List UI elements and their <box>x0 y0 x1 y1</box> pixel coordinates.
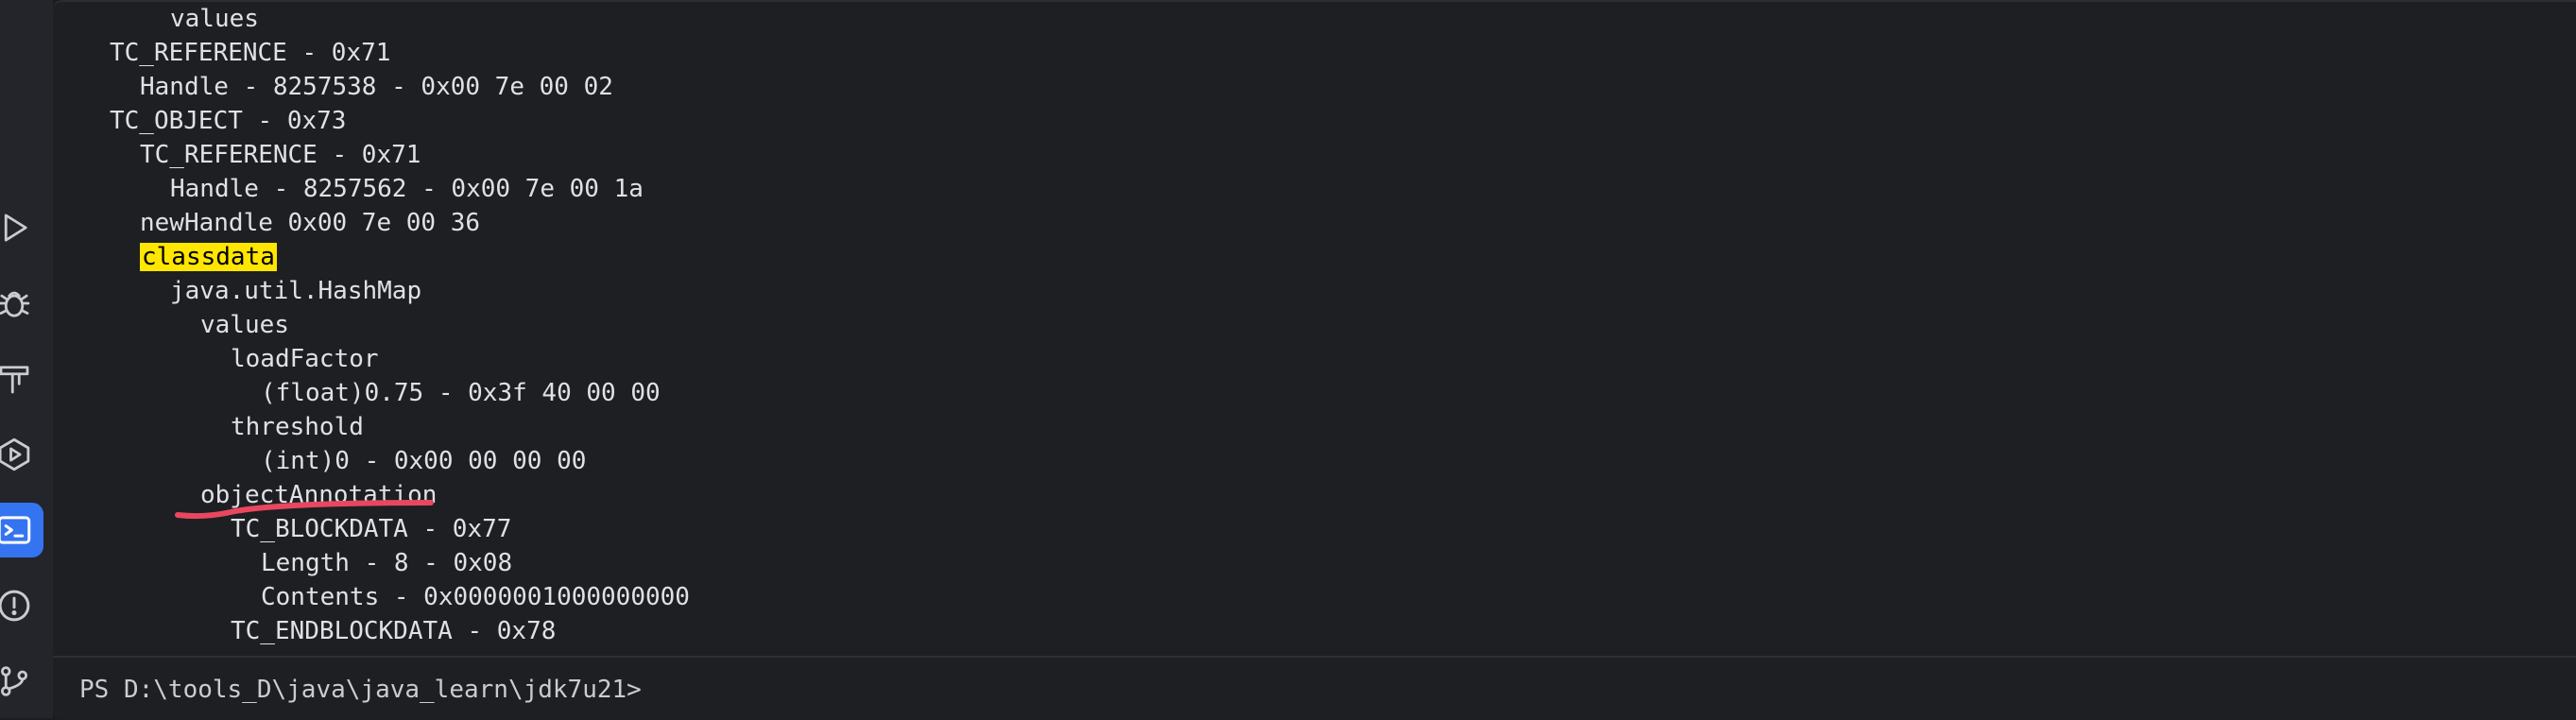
git-icon[interactable] <box>0 654 47 709</box>
line-text: loadFactor <box>231 345 379 373</box>
terminal-line: TC_BLOCKDATA - 0x77 <box>231 512 511 546</box>
line-text: TC_OBJECT - 0x73 <box>110 107 347 135</box>
terminal-panel[interactable]: values TC_REFERENCE - 0x71 Handle - 825753… <box>53 0 2576 720</box>
terminal-divider <box>53 656 2576 658</box>
build-icon[interactable] <box>0 351 47 406</box>
line-text: TC_BLOCKDATA - 0x77 <box>231 515 512 543</box>
terminal-line: TC_OBJECT - 0x73 <box>110 104 346 138</box>
services-icon[interactable] <box>0 427 47 482</box>
line-text: java.util.HashMap <box>170 277 422 305</box>
line-text: TC_REFERENCE - 0x71 <box>140 141 421 169</box>
line-text: Handle - 8257562 - 0x00 7e 00 1a <box>170 175 644 203</box>
run-icon-glyph <box>4 214 27 242</box>
line-text: (int)0 - 0x00 00 00 00 <box>261 447 587 475</box>
terminal-line: Length - 8 - 0x08 <box>261 546 512 580</box>
terminal-line: TC_ENDBLOCKDATA - 0x78 <box>231 614 556 648</box>
terminal-line: loadFactor <box>231 342 379 376</box>
line-text: objectAnnotation <box>200 481 438 509</box>
terminal-line: TC_REFERENCE - 0x71 <box>140 138 421 172</box>
line-text: TC_REFERENCE - 0x71 <box>110 39 391 67</box>
problems-icon-glyph <box>0 590 30 622</box>
debug-icon-glyph <box>0 291 30 317</box>
terminal-line: (int)0 - 0x00 00 00 00 <box>261 444 586 478</box>
terminal-line: threshold <box>231 410 364 444</box>
line-text: Handle - 8257538 - 0x00 7e 00 02 <box>140 73 613 101</box>
services-icon-glyph <box>0 437 30 471</box>
terminal-line: newHandle 0x00 7e 00 36 <box>140 206 480 240</box>
line-text: Length - 8 - 0x08 <box>261 549 513 577</box>
terminal-line: Handle - 8257562 - 0x00 7e 00 1a <box>170 172 644 206</box>
line-text: TC_ENDBLOCKDATA - 0x78 <box>231 617 557 645</box>
line-text: values <box>200 311 289 339</box>
terminal-line: (float)0.75 - 0x3f 40 00 00 <box>261 376 661 410</box>
line-text: newHandle 0x00 7e 00 36 <box>140 209 481 237</box>
line-text: threshold <box>231 413 364 441</box>
line-text: values <box>170 5 259 33</box>
build-icon-glyph <box>0 366 29 394</box>
run-icon[interactable] <box>0 200 47 255</box>
terminal-line: Handle - 8257538 - 0x00 7e 00 02 <box>140 70 613 104</box>
git-icon-glyph <box>1 666 28 696</box>
terminal-line: TC_REFERENCE - 0x71 <box>110 36 390 70</box>
line-text: Contents - 0x0000001000000000 <box>261 583 690 611</box>
terminal-line: values <box>170 2 259 36</box>
terminal-icon-glyph <box>0 516 31 544</box>
terminal-icon[interactable] <box>0 503 43 557</box>
terminal-line: java.util.HashMap <box>170 274 421 308</box>
terminal-line: objectAnnotation <box>200 478 437 512</box>
debug-icon[interactable] <box>0 276 47 331</box>
terminal-line: classdata <box>140 240 277 274</box>
line-text: (float)0.75 - 0x3f 40 00 00 <box>261 379 661 407</box>
terminal-prompt[interactable]: PS D:\tools_D\java\java_learn\jdk7u21> <box>79 673 642 707</box>
terminal-line: values <box>200 308 289 342</box>
tool-window-sidebar <box>0 0 53 718</box>
highlighted-text: classdata <box>140 243 277 271</box>
problems-icon[interactable] <box>0 578 47 633</box>
terminal-line: Contents - 0x0000001000000000 <box>261 580 690 614</box>
